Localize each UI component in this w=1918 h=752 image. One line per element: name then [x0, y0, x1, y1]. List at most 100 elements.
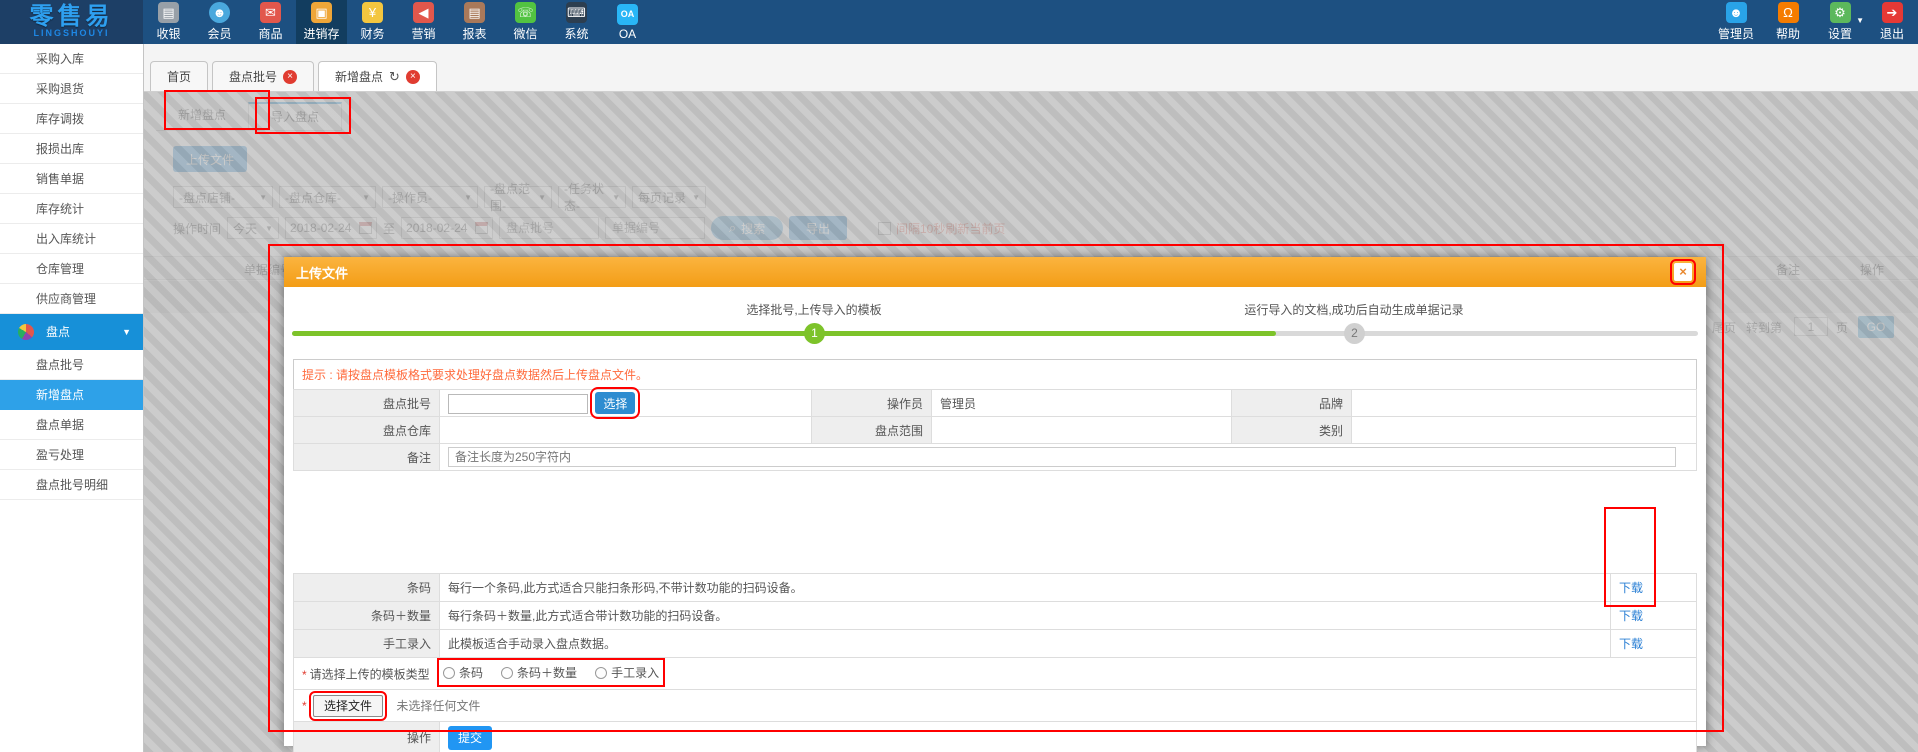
date-to-value: 2018-02-24 [406, 221, 467, 235]
chevron-down-icon: ▼ [122, 314, 131, 350]
nav-item-system[interactable]: ⌨ 系统 [551, 0, 602, 44]
nav-item-marketing[interactable]: ◀ 营销 [398, 0, 449, 44]
tabbar: 首页 盘点批号 × 新增盘点 ↻ × [144, 44, 1918, 92]
shop-select[interactable]: -盘点店铺- ▼ [173, 186, 273, 208]
calendar-icon[interactable] [475, 222, 488, 234]
radio-icon[interactable] [595, 667, 607, 679]
tab-stocktake-batch[interactable]: 盘点批号 × [212, 61, 314, 91]
table-row: 盘点仓库 盘点范围 类别 [294, 417, 1697, 444]
doc-number-input[interactable] [605, 217, 705, 239]
page-unit-label: 页 [1836, 319, 1848, 336]
nav-item-cashier[interactable]: ▤ 收银 [143, 0, 194, 44]
nav-item-product[interactable]: ✉ 商品 [245, 0, 296, 44]
date-to-input[interactable]: 2018-02-24 [401, 217, 493, 239]
radio-manual[interactable]: 手工录入 [595, 664, 659, 681]
template-section: 条码 每行一个条码,此方式适合只能扫条形码,不带计数功能的扫码设备。 下载 条码… [293, 573, 1697, 752]
auto-refresh-checkbox[interactable] [878, 222, 891, 235]
go-button[interactable]: GO [1858, 316, 1894, 338]
radio-icon[interactable] [443, 667, 455, 679]
operator-select-value: -操作员- [388, 189, 432, 206]
nav-label: OA [619, 27, 636, 41]
finance-icon: ¥ [362, 2, 383, 23]
sidebar-item-damage-out[interactable]: 报损出库 [0, 134, 143, 164]
settings-button[interactable]: ⚙ ▼ 设置 [1814, 0, 1866, 44]
logout-button[interactable]: ➔ 退出 [1866, 0, 1918, 44]
sidebar-item-stocktake-doc[interactable]: 盘点单据 [0, 410, 143, 440]
sidebar-item-purchase-in[interactable]: 采购入库 [0, 44, 143, 74]
chevron-down-icon: ▼ [538, 193, 546, 202]
sidebar-item-purchase-return[interactable]: 采购退货 [0, 74, 143, 104]
nav-label: 财务 [360, 25, 384, 42]
nav-item-inventory[interactable]: ▣ 进销存 [296, 0, 347, 44]
sidebar-item-sales-doc[interactable]: 销售单据 [0, 164, 143, 194]
calendar-icon[interactable] [359, 222, 372, 234]
sidebar-item-stock-stats[interactable]: 库存统计 [0, 194, 143, 224]
help-button[interactable]: Ω 帮助 [1762, 0, 1814, 44]
operator-select[interactable]: -操作员- ▼ [382, 186, 478, 208]
nav-item-oa[interactable]: OA OA [602, 0, 653, 44]
close-icon[interactable]: × [406, 70, 420, 84]
subtab-import-stocktake[interactable]: 导入盘点 [248, 102, 342, 130]
radio-barcode-qty[interactable]: 条码＋数量 [501, 664, 577, 681]
warehouse-label: 盘点仓库 [294, 417, 440, 444]
date-from-value: 2018-02-24 [290, 221, 351, 235]
nav-item-member[interactable]: ☻ 会员 [194, 0, 245, 44]
oa-icon: OA [617, 4, 638, 25]
remark-input[interactable] [448, 447, 1676, 467]
megaphone-icon: ◀ [413, 2, 434, 23]
modal-header: 上传文件 × [284, 257, 1706, 287]
sidebar-item-inout-stats[interactable]: 出入库统计 [0, 224, 143, 254]
sidebar-item-warehouse-mgmt[interactable]: 仓库管理 [0, 254, 143, 284]
nav-item-report[interactable]: ▤ 报表 [449, 0, 500, 44]
gear-icon: ⚙ [1830, 2, 1851, 23]
logout-icon: ➔ [1882, 2, 1903, 23]
radio-barcode[interactable]: 条码 [443, 664, 483, 681]
warehouse-select[interactable]: -盘点仓库- ▼ [279, 186, 376, 208]
sidebar-item-stocktake-batch-detail[interactable]: 盘点批号明细 [0, 470, 143, 500]
table-row: 盘点批号 选择 操作员 管理员 品牌 [294, 390, 1697, 417]
sidebar-item-supplier-mgmt[interactable]: 供应商管理 [0, 284, 143, 314]
refresh-icon[interactable]: ↻ [389, 69, 400, 85]
sidebar-item-label: 报损出库 [36, 142, 84, 156]
sidebar-group-stocktake[interactable]: 盘点 ▼ [0, 314, 143, 350]
download-barcode-qty-link[interactable]: 下载 [1619, 609, 1643, 623]
admin-button[interactable]: ☻ 管理员 [1710, 0, 1762, 44]
search-button[interactable]: ⌕ 搜索 [711, 216, 783, 240]
date-from-input[interactable]: 2018-02-24 [285, 217, 377, 239]
modal-close-button[interactable]: × [1674, 263, 1692, 281]
export-button[interactable]: 导出 [789, 216, 847, 240]
sidebar-item-new-stocktake[interactable]: 新增盘点 [0, 380, 143, 410]
page-size-select[interactable]: 每页记录 ▼ [632, 186, 706, 208]
task-status-select[interactable]: -任务状态- ▼ [558, 186, 626, 208]
nav-item-finance[interactable]: ¥ 财务 [347, 0, 398, 44]
template-barcode-desc: 每行一个条码,此方式适合只能扫条形码,不带计数功能的扫码设备。 [440, 574, 1611, 602]
choose-file-button[interactable]: 选择文件 [313, 695, 383, 717]
choose-batch-button[interactable]: 选择 [595, 392, 635, 414]
action-label: 操作 [294, 722, 440, 752]
table-row: 条码 每行一个条码,此方式适合只能扫条形码,不带计数功能的扫码设备。 下载 [294, 574, 1697, 602]
subtab-new-stocktake[interactable]: 新增盘点 [156, 102, 248, 130]
template-type-radio-group: 条码 条码＋数量 手工录入 [443, 664, 659, 681]
upload-file-button[interactable]: 上传文件 [173, 146, 247, 172]
download-manual-link[interactable]: 下载 [1619, 637, 1643, 651]
page-number-input[interactable] [1794, 317, 1828, 336]
sidebar-item-stock-transfer[interactable]: 库存调拨 [0, 104, 143, 134]
submit-button[interactable]: 提交 [448, 726, 492, 750]
last-page-link[interactable]: 尾页 [1712, 319, 1736, 336]
radio-icon[interactable] [501, 667, 513, 679]
scope-select[interactable]: -盘点范围- ▼ [484, 186, 552, 208]
tab-home[interactable]: 首页 [150, 61, 208, 91]
tab-new-stocktake[interactable]: 新增盘点 ↻ × [318, 61, 437, 91]
radio-label: 手工录入 [611, 664, 659, 681]
sidebar-item-label: 新增盘点 [36, 388, 84, 402]
sidebar-item-label: 盘点批号 [36, 358, 84, 372]
nav-item-wechat[interactable]: ☏ 微信 [500, 0, 551, 44]
time-range-select[interactable]: 今天 ▼ [227, 217, 279, 239]
sidebar-item-stocktake-batch[interactable]: 盘点批号 [0, 350, 143, 380]
batch-value-input[interactable] [448, 394, 588, 414]
content: 首页 盘点批号 × 新增盘点 ↻ × 新增盘点 导入盘点 [144, 44, 1918, 752]
progress-track [292, 331, 1698, 336]
batch-number-input[interactable] [499, 217, 599, 239]
close-icon[interactable]: × [283, 70, 297, 84]
sidebar-item-profit-loss[interactable]: 盈亏处理 [0, 440, 143, 470]
